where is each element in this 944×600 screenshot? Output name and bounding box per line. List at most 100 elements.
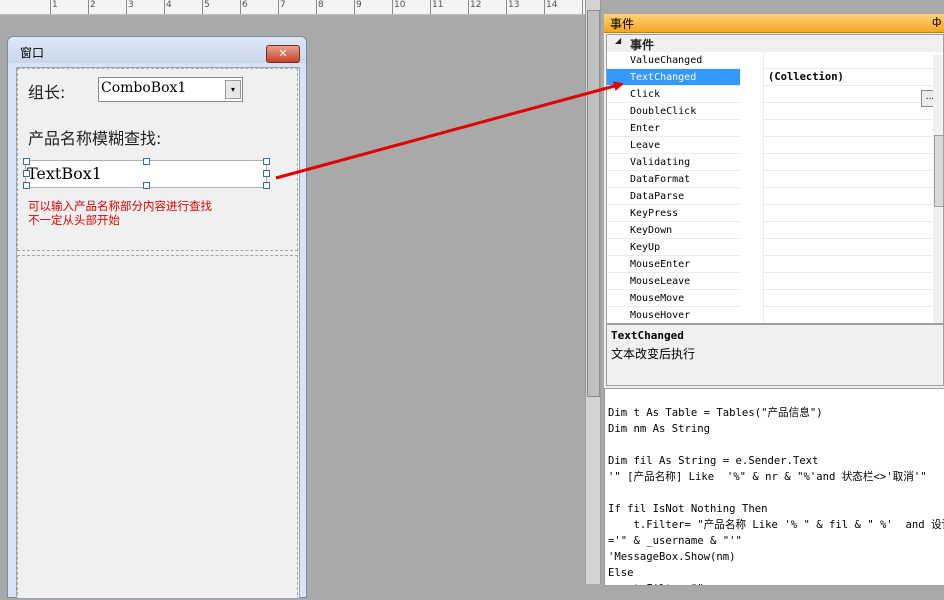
events-panel-title: 事件 (610, 17, 635, 31)
event-value[interactable] (763, 188, 933, 205)
event-row[interactable]: TextChanged (Collection) (607, 69, 943, 86)
close-icon[interactable]: ✕ (266, 45, 300, 63)
horizontal-ruler: 123456789101112131415161718192021222324 (0, 0, 598, 15)
event-value[interactable] (763, 290, 933, 307)
event-value[interactable] (763, 103, 933, 120)
resize-handle[interactable] (23, 182, 30, 189)
hint-line-2: 不一定从头部开始 (28, 213, 120, 227)
category-row[interactable]: ◢ 事件 (607, 35, 943, 52)
event-name: MouseEnter (607, 256, 740, 273)
event-name: KeyPress (607, 205, 740, 222)
event-name: KeyUp (607, 239, 740, 256)
window-client-area: 组长: ComboBox1 ▾ 产品名称模糊查找: TextBox1 可以输入产… (16, 67, 300, 600)
chevron-down-icon[interactable]: ▾ (225, 80, 241, 99)
resize-handle[interactable] (23, 158, 30, 165)
code-line: If fil IsNot Nothing Then (608, 503, 768, 515)
bottom-panel[interactable] (17, 255, 298, 600)
event-value[interactable] (763, 205, 933, 222)
scrollbar-thumb[interactable] (587, 10, 600, 397)
description-box: TextChanged 文本改变后执行 (606, 324, 944, 386)
combobox-value: ComboBox1 (101, 80, 187, 96)
designer-form-window[interactable]: 窗口 ✕ 组长: ComboBox1 ▾ 产品名称模糊查找: TextBox1 (7, 36, 307, 600)
resize-handle[interactable] (263, 182, 270, 189)
grid-vertical-scrollbar[interactable] (933, 55, 943, 323)
code-line: Dim fil As String = e.Sender.Text (608, 455, 819, 467)
resize-handle[interactable] (263, 158, 270, 165)
event-row[interactable]: Enter (607, 120, 943, 137)
resize-handle[interactable] (263, 170, 270, 177)
event-value[interactable] (763, 256, 933, 273)
resize-handle[interactable] (23, 170, 30, 177)
window-titlebar[interactable]: 窗口 ✕ (8, 37, 306, 63)
leader-combobox[interactable]: ComboBox1 ▾ (98, 77, 243, 102)
event-value[interactable]: (Collection) (763, 69, 933, 86)
ruler-tick-label: 14 (546, 0, 558, 10)
ruler-tick-label: 12 (470, 0, 482, 10)
event-name: ValueChanged (607, 52, 740, 69)
event-row[interactable]: Leave (607, 137, 943, 154)
resize-handle[interactable] (143, 158, 150, 165)
event-row[interactable]: Click (607, 86, 943, 103)
designer-vertical-scrollbar[interactable] (585, 0, 601, 584)
event-value[interactable] (763, 222, 933, 239)
category-label: 事件 (630, 38, 655, 52)
event-value[interactable] (763, 171, 933, 188)
event-row[interactable]: MouseMove (607, 290, 943, 307)
event-name: TextChanged (607, 69, 740, 86)
description-title: TextChanged (611, 329, 684, 342)
ruler-tick-label: 3 (128, 0, 134, 10)
event-name: MouseLeave (607, 273, 740, 290)
event-name: Leave (607, 137, 740, 154)
event-row[interactable]: Validating (607, 154, 943, 171)
event-row[interactable]: MouseHover (607, 307, 943, 323)
events-panel-header: 事件 ф (604, 14, 944, 33)
description-text: 文本改变后执行 (611, 347, 696, 361)
event-row[interactable]: MouseLeave (607, 273, 943, 290)
ruler-tick-label: 8 (318, 0, 324, 10)
event-row[interactable]: ValueChanged (607, 52, 943, 69)
event-name: MouseMove (607, 290, 740, 307)
event-value[interactable] (763, 52, 933, 69)
event-value[interactable] (763, 273, 933, 290)
collapse-icon[interactable]: ◢ (615, 36, 621, 45)
ruler-tick-label: 4 (166, 0, 172, 10)
scrollbar-thumb[interactable] (934, 135, 943, 207)
event-name: Validating (607, 154, 740, 171)
event-name: DataParse (607, 188, 740, 205)
ruler-tick-label: 1 (52, 0, 58, 10)
event-row[interactable]: KeyDown (607, 222, 943, 239)
event-row[interactable]: MouseEnter (607, 256, 943, 273)
event-row[interactable]: KeyUp (607, 239, 943, 256)
events-panel: 事件 ф ◢ 事件 ValueChanged TextChanged (Collec… (604, 14, 944, 586)
event-value[interactable] (763, 86, 933, 103)
product-search-label: 产品名称模糊查找: (28, 129, 162, 148)
product-search-textbox[interactable]: TextBox1 (23, 158, 270, 189)
event-value[interactable] (763, 120, 933, 137)
event-value[interactable] (763, 154, 933, 171)
code-line: 'MessageBox.Show(nm) (608, 551, 736, 563)
event-name: DoubleClick (607, 103, 740, 120)
textbox-value: TextBox1 (27, 164, 102, 183)
code-line: Dim t As Table = Tables("产品信息") (608, 407, 823, 419)
ruler-tick-label: 6 (242, 0, 248, 10)
event-name: KeyDown (607, 222, 740, 239)
event-value[interactable] (763, 137, 933, 154)
ruler-tick-label: 2 (90, 0, 96, 10)
resize-handle[interactable] (143, 182, 150, 189)
pin-icon[interactable]: ф (932, 15, 941, 28)
code-line: ='" & _username & "'" (608, 535, 742, 547)
event-name: DataFormat (607, 171, 740, 188)
event-row[interactable]: DataParse (607, 188, 943, 205)
event-row[interactable]: DoubleClick (607, 103, 943, 120)
code-line: Else (608, 567, 634, 579)
event-value[interactable] (763, 239, 933, 256)
event-name: MouseHover (607, 307, 740, 323)
ruler-tick-label: 9 (356, 0, 362, 10)
event-value[interactable] (763, 307, 933, 323)
event-row[interactable]: DataFormat (607, 171, 943, 188)
top-panel[interactable]: 组长: ComboBox1 ▾ 产品名称模糊查找: TextBox1 可以输入产… (17, 68, 298, 251)
code-editor[interactable]: Dim t As Table = Tables("产品信息") Dim nm As… (604, 388, 944, 586)
event-row[interactable]: KeyPress (607, 205, 943, 222)
event-name: Enter (607, 120, 740, 137)
hint-line-1: 可以输入产品名称部分内容进行查找 (28, 199, 212, 213)
